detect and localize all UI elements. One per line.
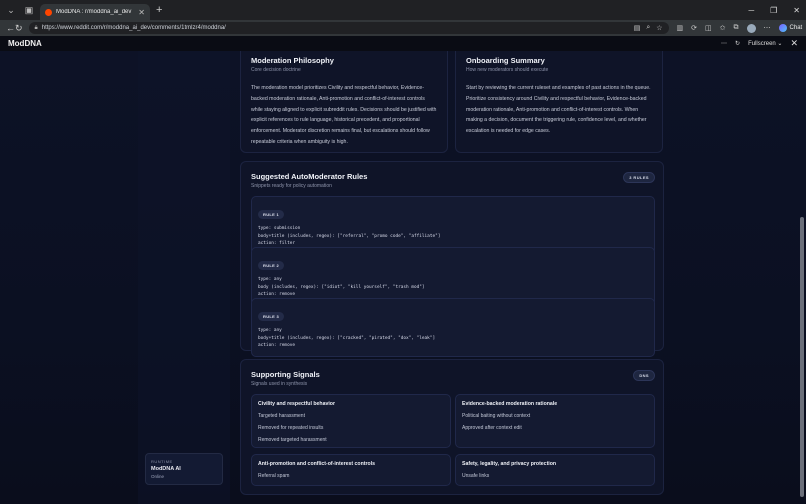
signal-heading: Safety, legality, and privacy protection [462, 461, 557, 467]
rule-code[interactable]: type: submission body+title (includes, r… [258, 225, 648, 248]
app-header: ModDNA ⋯ ↻ Fullscreen ⌄ ✕ [0, 36, 806, 51]
more-options-icon[interactable]: ⋯ [721, 40, 727, 47]
fullscreen-dropdown[interactable]: Fullscreen ⌄ [748, 40, 782, 47]
rule-label: RULE 2 [258, 261, 285, 270]
close-app-icon[interactable]: ✕ [790, 38, 798, 49]
onboarding-card: Onboarding Summary How new moderators sh… [455, 51, 663, 153]
automod-card: Suggested AutoModerator Rules Snippets r… [240, 161, 664, 357]
window-controls: ─ ❐ ✕ [748, 0, 800, 20]
profile-avatar[interactable] [746, 23, 756, 33]
signal-group: Civility and respectful behavior Targete… [251, 394, 451, 448]
tab-close-icon[interactable]: ✕ [138, 8, 145, 17]
favorite-star-icon[interactable]: ☆ [656, 24, 662, 32]
collections-icon[interactable]: ⧉ [734, 24, 739, 32]
fullscreen-label: Fullscreen [748, 41, 776, 47]
signal-group: Safety, legality, and privacy protection… [455, 454, 655, 486]
lock-icon[interactable]: 🔒︎ [35, 25, 38, 32]
new-tab-icon[interactable]: + [156, 4, 162, 16]
minimize-icon[interactable]: ─ [748, 6, 754, 15]
signal-group: Evidence-backed moderation rationale Pol… [455, 394, 655, 448]
rules-count-badge: 3 RULES [623, 172, 655, 183]
app-install-icon[interactable]: ▤ [634, 24, 641, 32]
reload-icon[interactable]: ↻ [15, 23, 23, 34]
rule-label: RULE 3 [258, 312, 285, 321]
more-menu-icon[interactable]: ⋯ [764, 24, 771, 32]
favorites-icon[interactable]: ✩ [720, 24, 726, 32]
tab-title: ModDNA : r/moddna_ai_dev [56, 9, 132, 15]
url-bar[interactable]: 🔒︎ https://www.reddit.com/r/moddna_ai_de… [28, 22, 669, 34]
copilot-chat-button[interactable]: Chat [778, 24, 803, 32]
signal-item: Removed for repeated insults [258, 425, 324, 431]
signal-item: Political baiting without context [462, 413, 531, 419]
address-toolbar: ← ↻ 🔒︎ https://www.reddit.com/r/moddna_a… [0, 20, 806, 36]
signal-heading: Anti-promotion and conflict-of-interest … [258, 461, 375, 467]
onboarding-subtitle: How new moderators should execute [466, 67, 549, 73]
automod-title: Suggested AutoModerator Rules [251, 172, 368, 181]
automod-subtitle: Snippets ready for policy automation [251, 183, 332, 189]
tab-moddna[interactable]: ModDNA : r/moddna_ai_dev ✕ [40, 4, 150, 20]
refresh-icon[interactable]: ↻ [735, 40, 740, 47]
signal-group: Anti-promotion and conflict-of-interest … [251, 454, 451, 486]
runtime-card: RUNTIME ModDNA AI Online [145, 453, 223, 485]
reddit-favicon-icon [45, 8, 52, 16]
extension-icon[interactable]: ▥ [677, 24, 684, 32]
runtime-status: Online [151, 474, 165, 479]
chevron-down-icon: ⌄ [777, 41, 783, 47]
onboarding-title: Onboarding Summary [466, 56, 545, 65]
signals-title: Supporting Signals [251, 370, 320, 379]
runtime-label: RUNTIME [151, 459, 173, 464]
philosophy-subtitle: Core decision doctrine [251, 67, 301, 73]
signal-item: Referral spam [258, 473, 290, 479]
workspaces-icon[interactable]: ▣ [22, 3, 36, 17]
runtime-name: ModDNA AI [151, 466, 181, 472]
main-area: RUNTIME ModDNA AI Online Moderation Phil… [0, 51, 806, 504]
signal-item: Approved after context edit [462, 425, 522, 431]
scrollbar[interactable] [800, 57, 804, 497]
rule-card: RULE 1 type: submission body+title (incl… [251, 196, 655, 255]
rule-card: RULE 3 type: any body+title (includes, r… [251, 298, 655, 357]
sidebar: RUNTIME ModDNA AI Online [138, 51, 230, 504]
philosophy-title: Moderation Philosophy [251, 56, 334, 65]
onboarding-body: Start by reviewing the current ruleset a… [466, 85, 651, 135]
signals-card: Supporting Signals Signals used in synth… [240, 359, 664, 495]
signals-badge: DNS [633, 370, 655, 381]
back-icon[interactable]: ← [6, 23, 15, 33]
rule-label: RULE 1 [258, 210, 285, 219]
close-window-icon[interactable]: ✕ [793, 6, 800, 15]
rule-card: RULE 2 type: any body (includes, regex):… [251, 247, 655, 306]
philosophy-body: The moderation model prioritizes Civilit… [251, 85, 437, 145]
rule-code[interactable]: type: any body (includes, regex): ["idio… [258, 276, 648, 299]
browser-tab-bar: ⌄ ▣ ModDNA : r/moddna_ai_dev ✕ + ─ ❐ ✕ [0, 0, 806, 20]
zoom-icon[interactable]: ⌕ [646, 24, 650, 32]
refresh-extension-icon[interactable]: ⟳ [691, 24, 697, 32]
scrollbar-thumb[interactable] [800, 217, 804, 497]
signal-heading: Evidence-backed moderation rationale [462, 401, 558, 407]
url-text: https://www.reddit.com/r/moddna_ai_dev/c… [41, 25, 226, 31]
copilot-icon [778, 24, 787, 32]
restore-icon[interactable]: ❐ [770, 6, 777, 15]
signals-subtitle: Signals used in synthesis [251, 381, 308, 387]
chat-label: Chat [789, 25, 803, 31]
tab-menu-icon[interactable]: ⌄ [4, 3, 18, 17]
app-title: ModDNA [8, 39, 42, 48]
rule-code[interactable]: type: any body+title (includes, regex): … [258, 327, 648, 350]
signal-heading: Civility and respectful behavior [258, 401, 335, 407]
signal-item: Removed targeted harassment [258, 437, 327, 443]
signal-item: Targeted harassment [258, 413, 305, 419]
signal-item: Unsafe links [462, 473, 490, 479]
split-screen-icon[interactable]: ◫ [705, 24, 712, 32]
philosophy-card: Moderation Philosophy Core decision doct… [240, 51, 448, 153]
